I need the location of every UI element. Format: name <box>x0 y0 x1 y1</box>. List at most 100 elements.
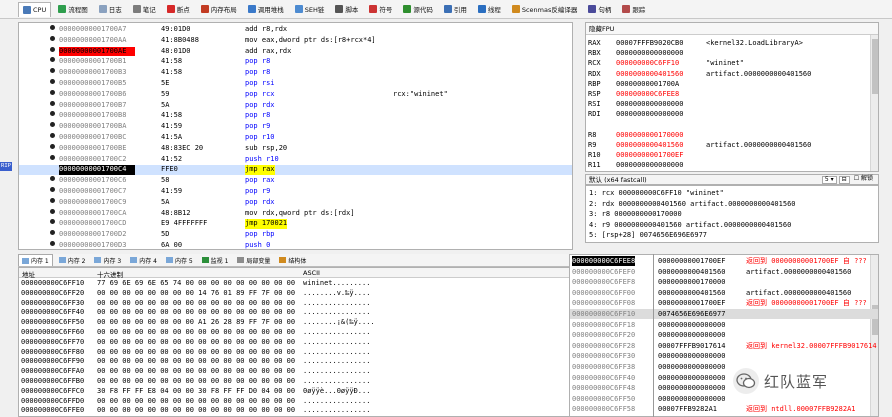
stack-row[interactable]: 000000000C6FF38 0000000000000000 <box>570 362 878 372</box>
disasm-row[interactable]: 00000000001700C9 5A pop rdx <box>19 197 572 207</box>
disasm-row[interactable]: 00000000001700C7 41:59 pop r9 <box>19 187 572 196</box>
tab-breakpoint[interactable]: 断点 <box>163 2 194 17</box>
registers-scrollbar[interactable] <box>870 35 878 171</box>
tab-notes[interactable]: 笔记 <box>129 2 160 17</box>
breakpoint-dot-icon[interactable] <box>50 230 55 236</box>
register-value[interactable]: 00007FFFB9020CB0 <box>616 38 683 48</box>
stack-row[interactable]: 000000000C6FF50 0000000000000000 <box>570 394 878 404</box>
register-value[interactable]: 00000000001700EF <box>616 150 683 160</box>
breakpoint-dot-icon[interactable] <box>50 79 55 84</box>
stepper-button[interactable]: ⊟ <box>838 176 850 184</box>
register-row[interactable]: RSI 0000000000000000 <box>588 99 868 109</box>
stack-row[interactable]: 000000000C6FF58 00007FFB9282A1 返回到 ntdll.0… <box>570 404 878 414</box>
disasm-row[interactable]: 00000000001700BC 41:5A pop r10 <box>19 133 572 142</box>
tab-log[interactable]: 日志 <box>95 2 126 17</box>
register-row[interactable]: RDX 0000000000401560 artifact.000000000040… <box>588 69 868 79</box>
register-value[interactable]: 000000000C6FF10 <box>616 58 679 68</box>
breakpoint-dot-icon[interactable] <box>50 111 55 117</box>
stack-row[interactable]: 000000000C6FF28 00007FFFB9017614 返回到 kerne… <box>570 341 878 351</box>
disasm-row[interactable]: 00000000001700B1 41:58 pop r8 <box>19 57 572 66</box>
tab-script[interactable]: 脚本 <box>331 2 362 17</box>
tab-cpu[interactable]: CPU <box>18 1 52 17</box>
dump-tab[interactable]: 监视 1 <box>199 254 232 266</box>
disasm-row[interactable]: 00000000001700D2 5D pop rbp <box>19 230 572 239</box>
disasm-row[interactable]: 00000000001700B5 5E pop rsi <box>19 79 572 88</box>
register-row[interactable]: R9 0000000000401560 artifact.0000000000401… <box>588 140 868 150</box>
disasm-row[interactable]: 00000000001700A7 49:01D0 add r8,rdx <box>19 25 572 34</box>
scroll-thumb[interactable] <box>872 39 878 94</box>
disasm-row[interactable]: 00000000001700B3 41:58 pop r8 <box>19 68 572 77</box>
disasm-row[interactable]: 00000000001700C2 41:52 push r10 <box>19 154 572 164</box>
register-row[interactable]: RSP 000000000C6FEE8 <box>588 89 868 99</box>
hide-fpu-toggle[interactable]: 隐藏FPU <box>586 23 878 35</box>
breakpoint-dot-icon[interactable] <box>50 35 55 41</box>
breakpoint-dot-icon[interactable] <box>50 68 55 74</box>
arg-count-select[interactable]: 5 ▾ <box>821 176 837 184</box>
arguments-panel[interactable]: 1: rcx 000000000C6FF10 "wininet" 2: rdx 0… <box>585 185 879 243</box>
dump-tab[interactable]: 结构体 <box>276 254 309 266</box>
breakpoint-dot-icon[interactable] <box>50 208 55 214</box>
stack-row[interactable]: 000000000C6FEE8 00000000001700EF 返回到 00000… <box>570 256 878 266</box>
register-row[interactable]: R10 00000000001700EF <box>588 150 868 160</box>
register-row[interactable]: R8 0000000000170000 <box>588 130 868 140</box>
stack-row[interactable]: 000000000C6FF10 0074656E696E6977 <box>570 309 878 319</box>
register-row[interactable]: RDI 0000000000000000 <box>588 109 868 119</box>
disasm-row[interactable]: 00000000001700AA 41:8B0488 mov eax,dword p… <box>19 35 572 45</box>
calling-convention-label[interactable]: 默认 (x64 fastcall) <box>589 176 647 184</box>
breakpoint-dot-icon[interactable] <box>50 197 55 203</box>
register-value[interactable]: 0000000000000000 <box>616 160 683 170</box>
stack-row[interactable]: 000000000C6FEF8 0000000000170000 <box>570 277 878 287</box>
tab-decompiler[interactable]: Scenmas反编译器 <box>508 2 582 17</box>
dump-tab[interactable]: 内存 4 <box>127 254 160 266</box>
breakpoint-dot-icon[interactable] <box>50 89 55 95</box>
disassembly-view[interactable]: 00000000001700A7 49:01D0 add r8,rdx 0000000… <box>18 22 573 250</box>
argument-row[interactable]: 5: [rsp+28] 0074656E696E6977 <box>589 230 707 240</box>
disasm-row[interactable]: 00000000001700B6 59 pop rcx rcx:"wininet" <box>19 89 572 99</box>
tab-references[interactable]: 引用 <box>440 2 471 17</box>
tab-trace[interactable]: 跟踪 <box>618 2 649 17</box>
disasm-row[interactable]: 00000000001700C4 FFE0 jmp rax <box>19 165 572 175</box>
tab-callstack[interactable]: 调用堆栈 <box>244 2 288 17</box>
breakpoint-dot-icon[interactable] <box>50 122 55 128</box>
argument-row[interactable]: 1: rcx 000000000C6FF10 "wininet" <box>589 188 724 198</box>
disasm-row[interactable]: 00000000001700B7 5A pop rdx <box>19 100 572 110</box>
stack-row[interactable]: 000000000C6FF40 0000000000000000 <box>570 373 878 383</box>
dump-tab[interactable]: 内存 3 <box>91 254 124 266</box>
register-value[interactable]: 0000000000000000 <box>616 99 683 109</box>
tab-memory-map[interactable]: 内存布局 <box>197 2 241 17</box>
stack-row[interactable]: 000000000C6FEF0 0000000000401560 artifact.… <box>570 267 878 277</box>
register-value[interactable]: 0000000000401560 <box>616 69 683 79</box>
argument-row[interactable]: 4: r9 0000000000401560 artifact.00000000… <box>589 220 791 230</box>
disasm-row[interactable]: 00000000001700BA 41:59 pop r9 <box>19 122 572 131</box>
stack-row[interactable]: 000000000C6FF20 0000000000000000 <box>570 330 878 340</box>
breakpoint-dot-icon[interactable] <box>50 133 55 138</box>
tab-graph[interactable]: 流程图 <box>54 2 92 17</box>
disasm-row[interactable]: 00000000001700AE 48:01D0 add rax,rdx <box>19 46 572 56</box>
breakpoint-dot-icon[interactable] <box>50 57 55 63</box>
breakpoint-dot-icon[interactable] <box>50 241 55 246</box>
disasm-row[interactable]: 00000000001700CD E9 4FFFFFFF jmp 170021 <box>19 219 572 229</box>
breakpoint-dot-icon[interactable] <box>50 187 55 192</box>
breakpoint-dot-icon[interactable] <box>50 25 55 30</box>
register-row[interactable]: RCX 000000000C6FF10 "wininet" <box>588 58 868 68</box>
unlock-checkbox[interactable]: ☐ 解锁 <box>852 176 875 184</box>
dump-tab[interactable]: 内存 2 <box>56 254 89 266</box>
memory-dump-view[interactable]: 地址 十六进制 ASCII 000000000C6FF10 77 69 6E 69… <box>18 267 573 417</box>
breakpoint-dot-icon[interactable] <box>50 154 55 160</box>
register-row[interactable]: R11 0000000000000000 <box>588 160 868 170</box>
register-value[interactable]: 0000000000401560 <box>616 140 683 150</box>
stack-row[interactable]: 000000000C6FF00 0000000000401560 artifact.… <box>570 288 878 298</box>
stack-row[interactable]: 000000000C6FF18 0000000000000000 <box>570 320 878 330</box>
breakpoint-dot-icon[interactable] <box>50 143 55 149</box>
stack-row[interactable]: 000000000C6FF30 0000000000000000 <box>570 351 878 361</box>
breakpoint-dot-icon[interactable] <box>50 176 55 182</box>
register-value[interactable]: 00000000001700A <box>616 79 679 89</box>
disasm-row[interactable]: 00000000001700D3 6A 00 push 0 <box>19 241 572 249</box>
register-row[interactable]: RBP 00000000001700A <box>588 79 868 89</box>
register-value[interactable]: 0000000000000000 <box>616 109 683 119</box>
disasm-row[interactable]: 00000000001700CA 48:8B12 mov rdx,qword ptr… <box>19 208 572 218</box>
tab-handles[interactable]: 句柄 <box>584 2 615 17</box>
dump-tab[interactable]: 内存 1 <box>18 254 53 266</box>
disasm-row[interactable]: 00000000001700C6 58 pop rax <box>19 176 572 185</box>
dump-tab[interactable]: 局部变量 <box>234 254 273 266</box>
